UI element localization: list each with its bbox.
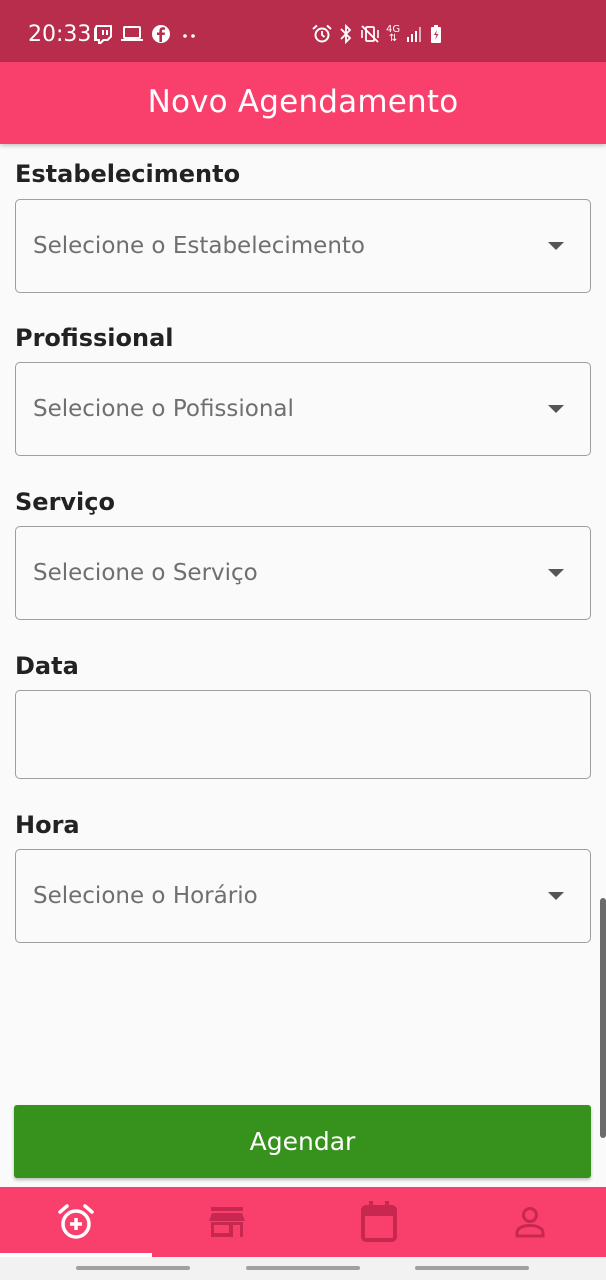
- nav-item-new-appointment[interactable]: [0, 1187, 152, 1257]
- data-arrows-icon: ⇅: [388, 33, 398, 44]
- vibrate-mute-icon: [360, 24, 380, 44]
- schedule-button[interactable]: Agendar: [14, 1105, 591, 1178]
- alarm-icon: [312, 24, 332, 44]
- back-gesture-bar[interactable]: [415, 1266, 529, 1270]
- person-icon: [514, 1206, 546, 1238]
- page-title: Novo Agendamento: [147, 84, 459, 120]
- professional-label: Profissional: [15, 324, 174, 352]
- laptop-icon: [121, 25, 143, 43]
- nav-item-establishments[interactable]: [152, 1187, 304, 1257]
- system-nav-bar: [0, 1257, 606, 1280]
- alarm-add-icon: [56, 1202, 96, 1242]
- recents-gesture-bar[interactable]: [76, 1266, 190, 1270]
- time-label: Hora: [15, 811, 80, 839]
- scrollbar[interactable]: [600, 898, 606, 1138]
- more-dots-icon: [179, 24, 199, 44]
- bottom-nav: [0, 1187, 606, 1257]
- establishment-label: Estabelecimento: [15, 160, 241, 188]
- home-gesture-bar[interactable]: [246, 1266, 360, 1270]
- professional-placeholder: Selecione o Pofissional: [33, 396, 294, 422]
- 4g-icon: 4G ⇅: [386, 25, 400, 44]
- dropdown-arrow-icon: [548, 405, 564, 413]
- service-placeholder: Selecione o Serviço: [33, 560, 258, 586]
- twitch-icon: [93, 24, 113, 44]
- status-left-icons: [93, 24, 199, 44]
- status-time: 20:33: [28, 22, 92, 47]
- dropdown-arrow-icon: [548, 892, 564, 900]
- dropdown-arrow-icon: [548, 242, 564, 250]
- nav-item-profile[interactable]: [455, 1187, 606, 1257]
- nav-item-calendar[interactable]: [303, 1187, 455, 1257]
- store-icon: [209, 1205, 246, 1239]
- date-field[interactable]: [15, 690, 591, 779]
- calendar-icon: [360, 1201, 398, 1243]
- time-placeholder: Selecione o Horário: [33, 883, 258, 909]
- date-label: Data: [15, 652, 79, 680]
- service-select[interactable]: Selecione o Serviço: [15, 526, 591, 620]
- signal-icon: [406, 25, 424, 43]
- professional-select[interactable]: Selecione o Pofissional: [15, 362, 591, 456]
- establishment-select[interactable]: Selecione o Estabelecimento: [15, 199, 591, 293]
- establishment-placeholder: Selecione o Estabelecimento: [33, 233, 365, 259]
- battery-charging-icon: [430, 24, 442, 44]
- bluetooth-icon: [338, 24, 354, 44]
- time-select[interactable]: Selecione o Horário: [15, 849, 591, 943]
- status-bar: 20:33 4G ⇅: [0, 0, 606, 62]
- dropdown-arrow-icon: [548, 569, 564, 577]
- service-label: Serviço: [15, 488, 115, 516]
- status-right-icons: 4G ⇅: [312, 24, 442, 44]
- app-bar: Novo Agendamento: [0, 62, 606, 144]
- facebook-icon: [151, 24, 171, 44]
